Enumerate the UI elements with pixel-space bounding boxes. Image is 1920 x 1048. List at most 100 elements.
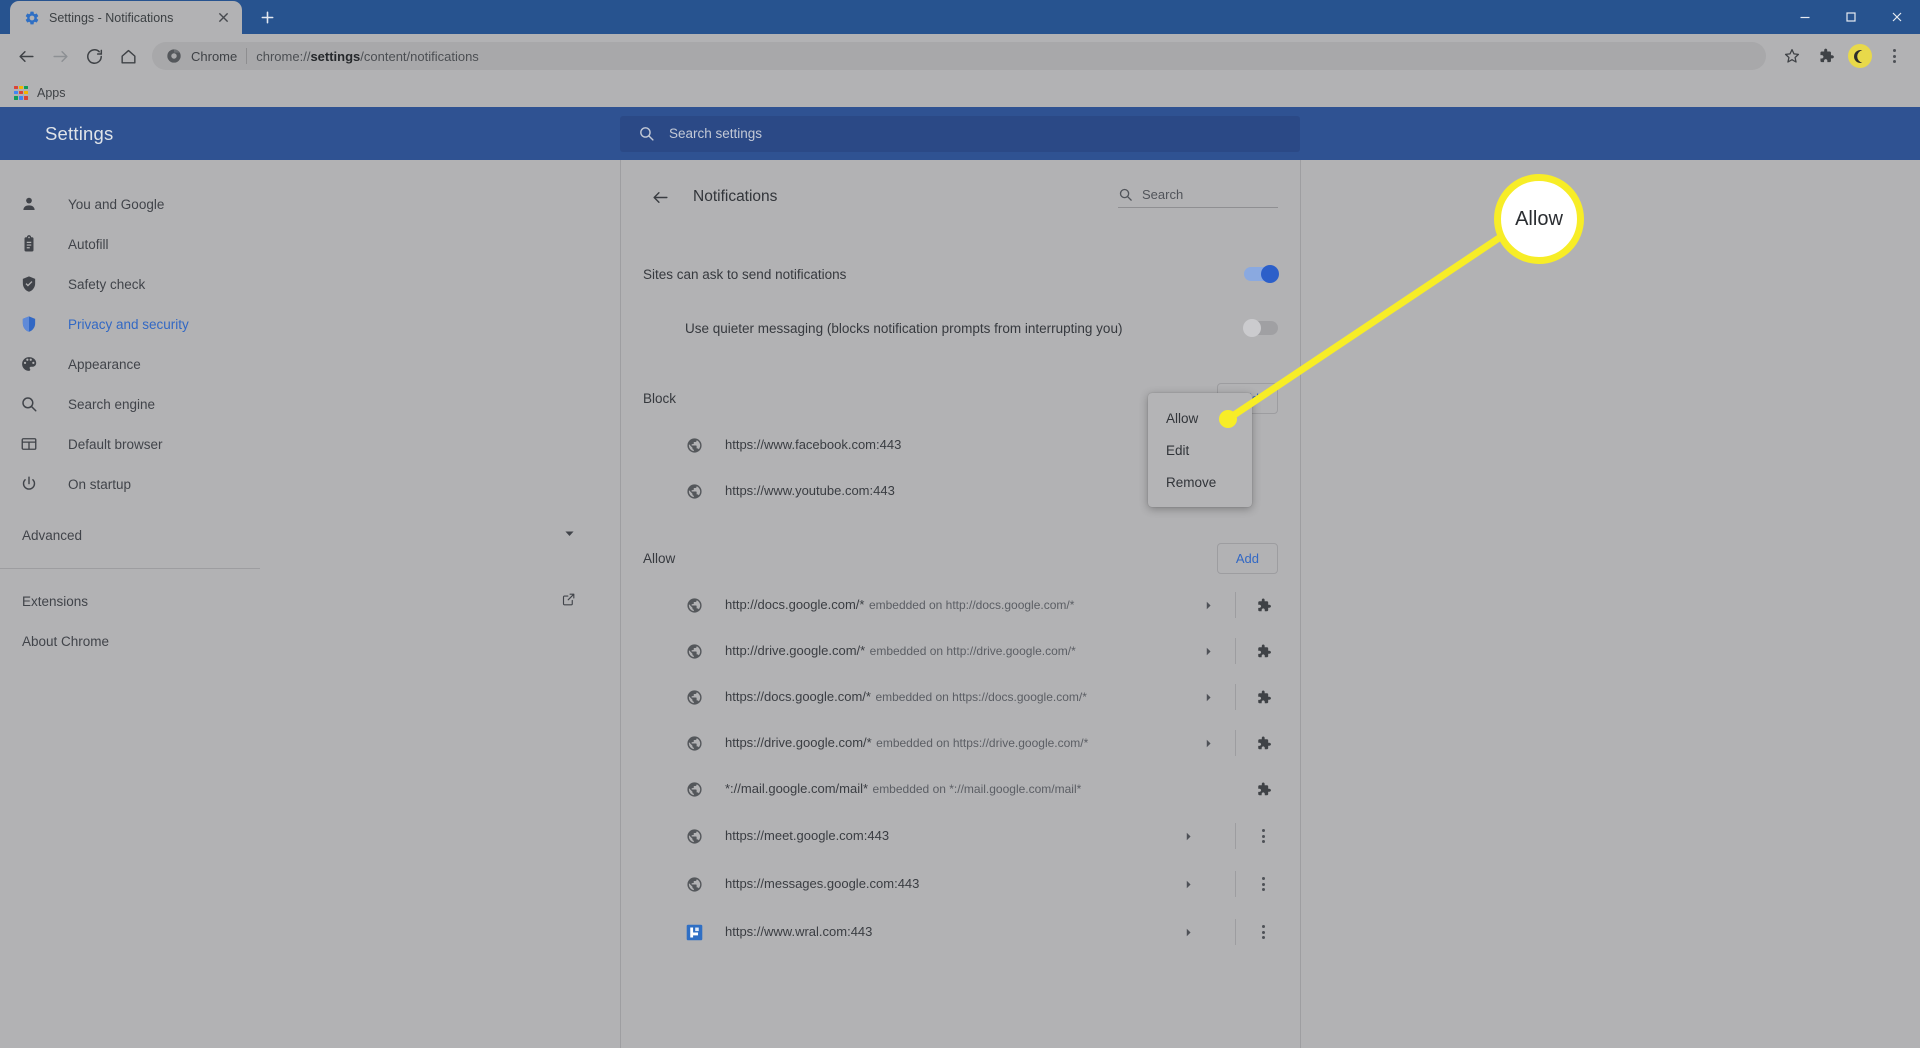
sidebar-item-about-chrome[interactable]: About Chrome: [0, 621, 620, 661]
globe-icon: [685, 875, 703, 893]
settings-content: Notifications Search Sites can ask to se…: [620, 160, 1301, 1048]
sidebar-item-autofill[interactable]: Autofill: [0, 224, 620, 264]
site-info: https://www.wral.com:443: [725, 923, 1173, 941]
sidebar-item-advanced[interactable]: Advanced: [0, 514, 620, 556]
puzzle-icon[interactable]: [1248, 689, 1278, 706]
annotation-callout: Allow: [1494, 174, 1584, 264]
table-row[interactable]: http://docs.google.com/* embedded on htt…: [643, 582, 1278, 628]
sidebar-item-privacy-and-security[interactable]: Privacy and security: [0, 304, 620, 344]
new-tab-button[interactable]: [252, 2, 282, 32]
close-window-icon[interactable]: [1874, 0, 1920, 34]
settings-brand: Settings: [45, 122, 114, 144]
maximize-icon[interactable]: [1828, 0, 1874, 34]
sidebar-item-label: Safety check: [68, 276, 146, 292]
avatar[interactable]: [1848, 44, 1872, 68]
sidebar-item-label: Appearance: [68, 356, 141, 372]
gear-icon: [24, 10, 40, 26]
more-vert-icon[interactable]: [1248, 877, 1278, 891]
row-divider: [1235, 592, 1236, 618]
chevron-right-icon[interactable]: [1193, 600, 1223, 611]
row-divider: [1235, 684, 1236, 710]
setting-row-quieter-messaging[interactable]: Use quieter messaging (blocks notificati…: [643, 302, 1278, 354]
back-icon[interactable]: [10, 40, 42, 72]
setting-label: Use quieter messaging (blocks notificati…: [685, 320, 1123, 336]
toggle-quieter-messaging[interactable]: [1243, 319, 1278, 337]
sidebar-item-label: On startup: [68, 476, 132, 492]
allow-add-button[interactable]: Add: [1216, 542, 1278, 574]
home-icon[interactable]: [112, 40, 144, 72]
chevron-right-icon[interactable]: [1173, 927, 1203, 938]
chrome-logo-icon: [167, 49, 181, 63]
site-url: https://docs.google.com/*: [725, 689, 871, 704]
chevron-right-icon[interactable]: [1193, 692, 1223, 703]
sidebar-item-search-engine[interactable]: Search engine: [0, 384, 620, 424]
close-icon[interactable]: [215, 9, 232, 26]
sidebar-item-default-browser[interactable]: Default browser: [0, 424, 620, 464]
settings-page: Settings Search settings You and Google: [0, 107, 1920, 1048]
table-row[interactable]: http://drive.google.com/* embedded on ht…: [643, 628, 1278, 674]
sidebar-item-safety-check[interactable]: Safety check: [0, 264, 620, 304]
sidebar-item-label: You and Google: [68, 196, 165, 212]
tab-title: Settings - Notifications: [49, 10, 174, 25]
table-row[interactable]: https://docs.google.com/* embedded on ht…: [643, 674, 1278, 720]
tab-strip: Settings - Notifications: [0, 0, 1920, 34]
site-embedded-on: embedded on https://drive.google.com/*: [876, 736, 1089, 750]
bookmark-star-icon[interactable]: [1776, 40, 1808, 72]
globe-icon: [685, 780, 703, 798]
wral-icon: [685, 923, 703, 941]
minimize-icon[interactable]: [1782, 0, 1828, 34]
content-search-input[interactable]: Search: [1118, 187, 1278, 208]
bookmarks-bar: Apps: [0, 78, 1920, 107]
browser-window: Settings - Notifications Chrome chrome:/…: [0, 0, 1920, 1048]
reload-icon[interactable]: [78, 40, 110, 72]
sidebar-item-on-startup[interactable]: On startup: [0, 464, 620, 504]
table-row[interactable]: *://mail.google.com/mail* embedded on *:…: [643, 766, 1278, 812]
setting-row-sites-can-ask[interactable]: Sites can ask to send notifications: [643, 246, 1279, 302]
sidebar-item-extensions[interactable]: Extensions: [0, 581, 620, 621]
url-text: chrome://settings/content/notifications: [256, 48, 479, 64]
table-row[interactable]: https://drive.google.com/* embedded on h…: [643, 720, 1278, 766]
browser-tab[interactable]: Settings - Notifications: [10, 1, 242, 34]
table-row[interactable]: https://meet.google.com:443: [643, 812, 1278, 860]
toggle-sites-can-ask[interactable]: [1244, 265, 1279, 283]
chevron-right-icon[interactable]: [1193, 646, 1223, 657]
chrome-menu-icon[interactable]: [1878, 40, 1910, 72]
power-icon: [18, 473, 40, 495]
chevron-right-icon[interactable]: [1193, 738, 1223, 749]
context-menu-item-edit[interactable]: Edit: [1148, 434, 1252, 466]
more-vert-icon[interactable]: [1248, 925, 1278, 939]
context-menu-item-allow[interactable]: Allow: [1148, 402, 1252, 434]
site-info: https://drive.google.com/* embedded on h…: [725, 734, 1193, 752]
site-embedded-on: embedded on https://docs.google.com/*: [875, 690, 1087, 704]
chevron-right-icon[interactable]: [1173, 831, 1203, 842]
back-arrow-icon[interactable]: [643, 180, 677, 214]
site-embedded-on: embedded on http://docs.google.com/*: [868, 598, 1075, 612]
puzzle-icon[interactable]: [1248, 643, 1278, 660]
sidebar-extensions-label: Extensions: [22, 593, 89, 609]
annotation-callout-label: Allow: [1515, 207, 1563, 230]
search-settings-placeholder: Search settings: [669, 126, 763, 141]
context-menu-item-remove[interactable]: Remove: [1148, 466, 1252, 498]
site-info: https://meet.google.com:443: [725, 827, 1173, 845]
table-row[interactable]: https://messages.google.com:443: [643, 860, 1278, 908]
row-divider: [1235, 919, 1236, 945]
person-icon: [18, 193, 40, 215]
forward-icon[interactable]: [44, 40, 76, 72]
puzzle-icon[interactable]: [1248, 781, 1278, 798]
more-vert-icon[interactable]: [1248, 829, 1278, 843]
sidebar-item-appearance[interactable]: Appearance: [0, 344, 620, 384]
palette-icon: [18, 353, 40, 375]
chevron-right-icon[interactable]: [1173, 879, 1203, 890]
search-settings-input[interactable]: Search settings: [620, 115, 1300, 152]
chevron-down-icon: [563, 527, 576, 543]
sidebar-item-you-and-google[interactable]: You and Google: [0, 184, 620, 224]
site-url: http://docs.google.com/*: [725, 597, 865, 612]
content-search-placeholder: Search: [1142, 186, 1184, 202]
row-divider: [1235, 638, 1236, 664]
address-bar[interactable]: Chrome chrome://settings/content/notific…: [152, 42, 1766, 70]
puzzle-icon[interactable]: [1248, 735, 1278, 752]
extensions-puzzle-icon[interactable]: [1810, 40, 1842, 72]
puzzle-icon[interactable]: [1248, 597, 1278, 614]
bookmark-apps-label[interactable]: Apps: [37, 86, 66, 100]
table-row[interactable]: https://www.wral.com:443: [643, 908, 1278, 956]
